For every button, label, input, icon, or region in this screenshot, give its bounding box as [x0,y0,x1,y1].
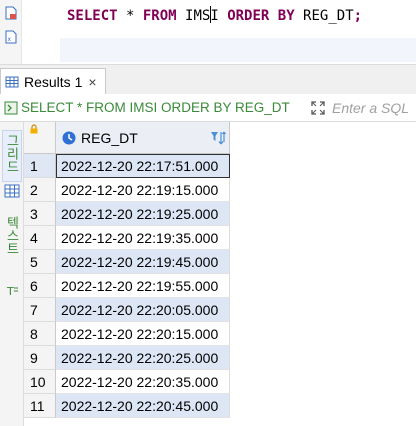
row-number[interactable]: 9 [24,346,56,370]
lock-icon [30,124,38,134]
row-number[interactable]: 2 [24,178,56,202]
table-cell-reg-dt[interactable]: 2022-12-20 22:19:35.000 [56,226,230,250]
table-cell-reg-dt[interactable]: 2022-12-20 22:20:05.000 [56,298,230,322]
row-number[interactable]: 11 [24,394,56,418]
grid-view-icon[interactable] [4,184,20,198]
row-number[interactable]: 7 [24,298,56,322]
sql-terminator: ; [353,8,363,24]
view-grid-toggle[interactable]: 그리드 [2,130,22,182]
column-header-reg-dt[interactable]: REG_DT [56,122,230,154]
table-cell-reg-dt[interactable]: 2022-12-20 22:20:45.000 [56,394,230,418]
sql-keyword: FROM [142,8,177,24]
view-text-toggle[interactable]: 텍스트 [2,212,22,284]
editor-gutter: x [0,0,22,64]
view-mode-panel: 그리드 텍스트 T [0,122,24,426]
row-number[interactable]: 1 [24,154,56,178]
view-grid-label: 그리드 [4,134,20,173]
sql-keyword: ORDER BY [227,8,295,24]
close-icon[interactable]: × [88,75,96,89]
row-number[interactable]: 6 [24,274,56,298]
row-number[interactable]: 8 [24,322,56,346]
script-file-icon [5,6,17,20]
script-plan-icon: x [5,30,17,44]
table-cell-reg-dt[interactable]: 2022-12-20 22:20:35.000 [56,370,230,394]
results-tabstrip: Results 1 × [0,64,416,95]
clock-column-icon [62,131,76,144]
sql-token: REG_DT [294,8,354,24]
column-header-label: REG_DT [81,129,138,146]
active-query-text[interactable]: SELECT * FROM IMSI ORDER BY REG_DT [21,100,290,116]
results-grid-icon [5,76,19,88]
svg-text:T: T [6,285,14,298]
editor-current-line[interactable] [60,38,416,62]
sql-statement[interactable]: SELECT * FROM IMSI ORDER BY REG_DT; [67,6,362,26]
row-number[interactable]: 3 [24,202,56,226]
maximize-icon[interactable] [310,100,326,116]
table-cell-reg-dt[interactable]: 2022-12-20 22:17:51.000 [56,154,230,178]
table-cell-reg-dt[interactable]: 2022-12-20 22:19:25.000 [56,202,230,226]
sql-token: * [117,8,143,24]
row-number[interactable]: 5 [24,250,56,274]
filter-sort-icon[interactable] [210,131,226,145]
grid-corner[interactable] [24,122,56,154]
sql-query-icon [4,101,18,115]
sql-token: I [210,8,219,24]
table-cell-reg-dt[interactable]: 2022-12-20 22:20:25.000 [56,346,230,370]
svg-text:x: x [8,36,12,43]
sql-filter-input[interactable] [332,98,416,118]
query-bar: SELECT * FROM IMSI ORDER BY REG_DT [0,94,416,122]
table-cell-reg-dt[interactable]: 2022-12-20 22:19:15.000 [56,178,230,202]
text-view-icon[interactable]: T [5,284,19,298]
sql-token: IMS [176,8,211,24]
table-cell-reg-dt[interactable]: 2022-12-20 22:20:15.000 [56,322,230,346]
row-number[interactable]: 4 [24,226,56,250]
result-grid[interactable]: REG_DT 1 2022-12-20 22:17:51.000 2 2022-12-… [24,122,416,426]
sql-editor[interactable]: x SELECT * FROM IMSI ORDER BY REG_DT; [0,0,416,64]
tab-results-1[interactable]: Results 1 × [0,68,106,95]
sql-keyword: SELECT [67,8,118,24]
row-number[interactable]: 10 [24,370,56,394]
table-cell-reg-dt[interactable]: 2022-12-20 22:19:55.000 [56,274,230,298]
view-text-label: 텍스트 [4,216,20,255]
tab-results-label: Results 1 [24,74,83,90]
table-cell-reg-dt[interactable]: 2022-12-20 22:19:45.000 [56,250,230,274]
